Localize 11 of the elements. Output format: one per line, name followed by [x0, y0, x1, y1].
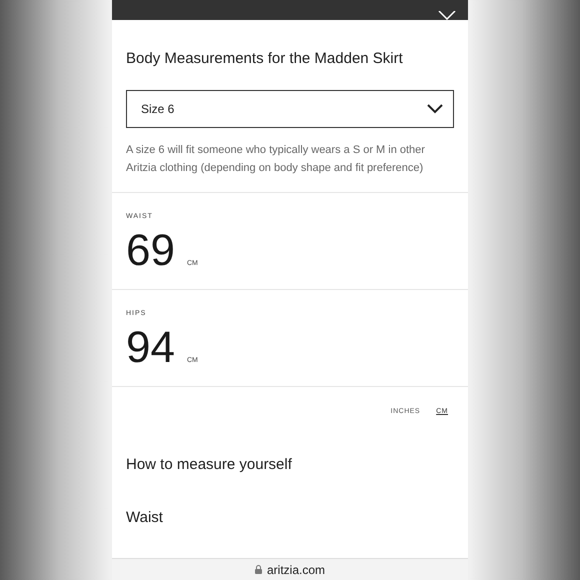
lock-icon — [254, 565, 262, 574]
address-url[interactable]: aritzia.com — [266, 560, 325, 578]
section-heading: How to measure yourself — [125, 454, 293, 474]
chevron-down-icon — [427, 104, 443, 114]
size-dropdown[interactable]: Size 6 — [126, 90, 454, 128]
section-heading: Waist — [125, 508, 164, 528]
modal-title: Body Measurements for the Madden Skirt — [126, 49, 404, 69]
dropdown-value: Size 6 — [141, 101, 174, 118]
size-description: A size 6 will fit someone who typically wears a S or M in other Aritzia clothing (depending on body shape and fit preference) — [126, 143, 426, 176]
measurement-value: 69 — [126, 228, 175, 272]
measurement-value: 94 — [126, 326, 175, 370]
